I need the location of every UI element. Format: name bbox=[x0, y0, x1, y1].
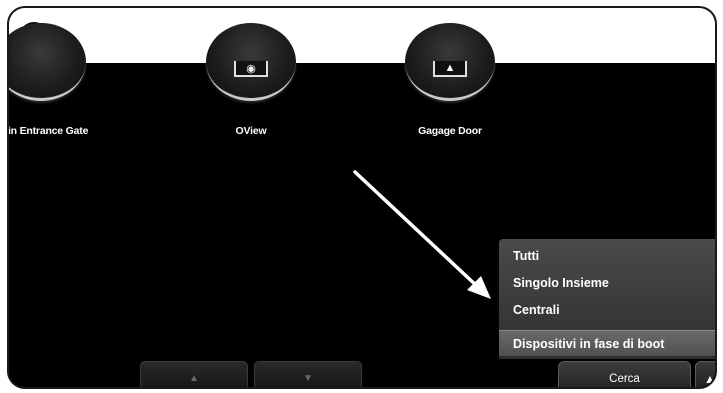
filter-menu: Tutti Singolo Insieme Centrali Dispositi… bbox=[499, 239, 715, 359]
scroll-down-button[interactable]: ▼ bbox=[254, 361, 362, 387]
scroll-up-button[interactable]: ▲ bbox=[140, 361, 248, 387]
device-main-entrance-gate[interactable]: Main Entrance Gate bbox=[9, 23, 96, 143]
chevron-up-icon: ▲ bbox=[704, 371, 716, 386]
up-arrow-icon: ▲ bbox=[189, 373, 199, 384]
device-disc bbox=[9, 23, 86, 101]
menu-item-boot-devices[interactable]: Dispositivi in fase di boot bbox=[499, 330, 715, 356]
screenshot-frame: 7 Main Entrance Gate ◉ OView ▲ Gagage Do… bbox=[7, 6, 717, 389]
menu-item-singolo-insieme[interactable]: Singolo Insieme bbox=[513, 276, 609, 290]
menu-item-centrali[interactable]: Centrali bbox=[513, 303, 560, 317]
search-button[interactable]: Cerca bbox=[558, 361, 691, 387]
device-garage-door[interactable]: ▲ Gagage Door bbox=[395, 23, 505, 143]
device-label: Gagage Door bbox=[418, 125, 482, 137]
menu-item-tutti[interactable]: Tutti bbox=[513, 249, 539, 263]
expand-menu-button[interactable]: ▲ bbox=[695, 361, 716, 387]
pointer-arrow bbox=[353, 170, 491, 299]
down-arrow-icon: ▼ bbox=[303, 373, 313, 384]
device-label: Main Entrance Gate bbox=[7, 125, 89, 137]
oview-icon: ◉ bbox=[234, 61, 268, 77]
device-oview[interactable]: ◉ OView bbox=[196, 23, 306, 143]
device-label: OView bbox=[235, 125, 267, 137]
header-band: 7 bbox=[9, 8, 715, 63]
garage-door-icon: ▲ bbox=[433, 61, 467, 77]
app-screen: Main Entrance Gate ◉ OView ▲ Gagage Door… bbox=[9, 23, 716, 387]
